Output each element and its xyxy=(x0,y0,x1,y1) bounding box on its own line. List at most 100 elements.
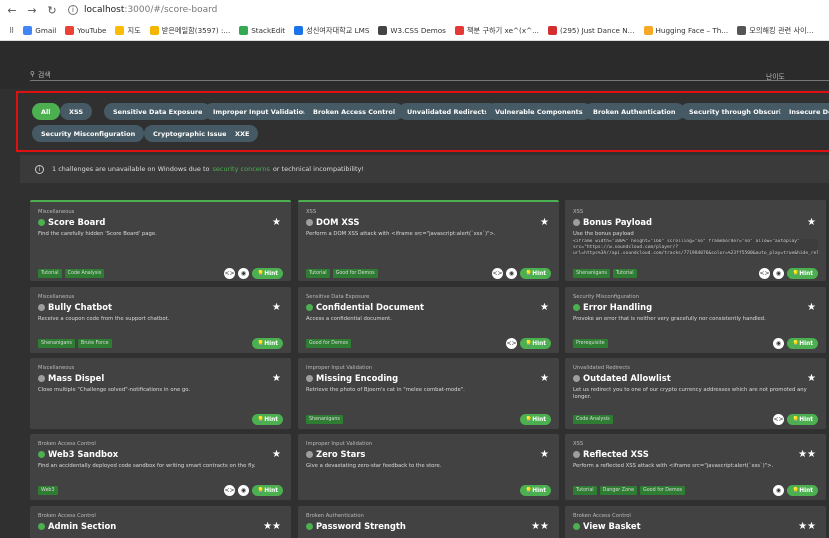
status-dot-icon xyxy=(573,218,580,226)
challenge-tag[interactable]: Tutorial xyxy=(38,269,62,278)
challenge-tag[interactable]: Tutorial xyxy=(612,269,637,278)
filter-chip-insecure-deseria[interactable]: Insecure Deseria xyxy=(780,103,829,120)
challenge-card[interactable]: Improper Input Validation Missing Encodin… xyxy=(298,358,559,429)
code-snippet-icon[interactable]: <> xyxy=(506,338,518,349)
hint-button[interactable]: 💡 Hint xyxy=(787,414,818,425)
challenge-tag[interactable]: Good for Demos xyxy=(332,269,378,278)
filter-chip-unvalidated-redirects[interactable]: Unvalidated Redirects xyxy=(398,103,498,120)
filter-chip-security-misconfiguration[interactable]: Security Misconfiguration xyxy=(32,125,145,142)
hint-button[interactable]: 💡 Hint xyxy=(520,485,551,496)
hint-button[interactable]: 💡 Hint xyxy=(787,338,818,349)
tutorial-icon[interactable]: ◉ xyxy=(506,268,518,279)
bookmark-favicon-icon xyxy=(149,26,159,35)
challenge-card[interactable]: Sensitive Data Exposure Confidential Docu… xyxy=(298,287,559,353)
hint-label: Hint xyxy=(799,487,813,494)
bookmark-8[interactable]: (295) Just Dance N... xyxy=(547,26,635,35)
hint-button[interactable]: 💡 Hint xyxy=(520,338,551,349)
hint-button[interactable]: 💡 Hint xyxy=(252,268,283,279)
bookmark-4[interactable]: StackEdit xyxy=(239,26,285,35)
hint-button[interactable]: 💡 Hint xyxy=(252,414,283,425)
challenge-tag[interactable]: Good for Demos xyxy=(640,486,686,495)
bookmark-2[interactable]: 지도 xyxy=(115,26,141,36)
bookmark-5[interactable]: 성신여자대학교 LMS xyxy=(294,26,369,36)
challenge-tag[interactable]: Code Analysis xyxy=(64,269,105,278)
challenge-tag[interactable]: Tutorial xyxy=(573,486,597,495)
address-field[interactable]: i localhost:3000/#/score-board xyxy=(68,2,217,18)
challenge-card[interactable]: Broken Access Control Admin Section ★★ xyxy=(30,506,291,538)
lightbulb-icon: 💡 xyxy=(792,340,800,347)
hint-button[interactable]: 💡 Hint xyxy=(520,414,551,425)
challenge-description: Close multiple "Challenge solved"-notifi… xyxy=(38,387,191,393)
hint-button[interactable]: 💡 Hint xyxy=(787,485,818,496)
filter-chip-vulnerable-components[interactable]: Vulnerable Components xyxy=(486,103,592,120)
hint-button[interactable]: 💡 Hint xyxy=(252,485,283,496)
challenge-category: Broken Access Control xyxy=(38,513,96,519)
challenge-card[interactable]: Broken Access Control Web3 Sandbox ★ Find a… xyxy=(30,434,291,500)
challenge-card[interactable]: Unvalidated Redirects Outdated Allowlist ★… xyxy=(565,358,826,429)
challenge-tag[interactable]: Shenanigans xyxy=(306,415,343,424)
difficulty-stars: ★★ xyxy=(798,449,816,460)
forward-icon[interactable]: → xyxy=(24,2,40,18)
challenge-card[interactable]: Miscellaneous Bully Chatbot ★ Receive a cou… xyxy=(30,287,291,353)
filter-chip-improper-input-validation[interactable]: Improper Input Validation xyxy=(204,103,317,120)
security-concerns-link[interactable]: security concerns xyxy=(213,165,270,173)
challenge-card[interactable]: Broken Access Control View Basket ★★ xyxy=(565,506,826,538)
bookmark-3[interactable]: 받은메일함(3597) :... xyxy=(149,26,230,36)
challenge-card[interactable]: Broken Authentication Password Strength ★★ xyxy=(298,506,559,538)
challenge-card[interactable]: XSS Reflected XSS ★★ Perform a reflected XS… xyxy=(565,434,826,500)
challenge-card[interactable]: Miscellaneous Mass Dispel ★ Close multiple … xyxy=(30,358,291,429)
reload-icon[interactable]: ↻ xyxy=(44,2,60,18)
tutorial-icon[interactable]: ◉ xyxy=(238,485,250,496)
hint-button[interactable]: 💡 Hint xyxy=(787,268,818,279)
hint-button[interactable]: 💡 Hint xyxy=(252,338,283,349)
tutorial-icon[interactable]: ◉ xyxy=(773,485,785,496)
challenge-tag[interactable]: Brute Force xyxy=(77,339,112,348)
challenge-tag[interactable]: Good for Demos xyxy=(306,339,352,348)
challenge-description: Retrieve the photo of Bjoern's cat in "m… xyxy=(306,387,465,393)
challenge-tag[interactable]: Shenanigans xyxy=(38,339,75,348)
filter-chip-broken-authentication[interactable]: Broken Authentication xyxy=(584,103,685,120)
challenge-tag[interactable]: Danger Zone xyxy=(599,486,638,495)
difficulty-stars: ★ xyxy=(540,373,549,384)
hint-label: Hint xyxy=(264,340,278,347)
challenge-card[interactable]: XSS DOM XSS ★ Perform a DOM XSS attack with… xyxy=(298,200,559,281)
code-snippet-icon[interactable]: <> xyxy=(492,268,504,279)
challenge-tag[interactable]: Code Analysis xyxy=(573,415,613,424)
challenge-tag[interactable]: Web3 xyxy=(38,486,58,495)
code-snippet-icon[interactable]: <> xyxy=(224,485,236,496)
hint-button[interactable]: 💡 Hint xyxy=(520,268,551,279)
code-snippet-icon[interactable]: <> xyxy=(773,414,785,425)
challenge-actions: 💡 Hint xyxy=(517,414,551,425)
code-snippet-icon[interactable]: <> xyxy=(224,268,236,279)
search-input[interactable]: ⚲ 검색 xyxy=(30,67,829,81)
bookmark-6[interactable]: W3.CSS Demos xyxy=(378,26,446,35)
challenge-tag[interactable]: Shenanigans xyxy=(573,269,610,278)
info-icon[interactable]: i xyxy=(68,5,78,15)
bookmark-0[interactable]: Gmail xyxy=(23,26,56,35)
filter-chip-sensitive-data-exposure[interactable]: Sensitive Data Exposure xyxy=(104,103,212,120)
tutorial-icon[interactable]: ◉ xyxy=(773,338,785,349)
challenge-card[interactable]: Improper Input Validation Zero Stars ★ Give… xyxy=(298,434,559,500)
tutorial-icon[interactable]: ◉ xyxy=(238,268,250,279)
filter-chip-xss[interactable]: XSS xyxy=(60,103,93,120)
filter-chip-all[interactable]: All xyxy=(32,103,60,120)
payload-code[interactable]: <iframe width="100%" height="166" scroll… xyxy=(573,239,818,255)
filter-chip-xxe[interactable]: XXE xyxy=(226,125,259,142)
challenge-card[interactable]: XSS Bonus Payload ★ Use the bonus payload <i… xyxy=(565,200,826,281)
tutorial-icon[interactable]: ◉ xyxy=(773,268,785,279)
challenge-card[interactable]: Security Misconfiguration Error Handling ★… xyxy=(565,287,826,353)
bookmark-10[interactable]: 모의해킹 관련 사이... xyxy=(737,26,814,36)
challenge-tag[interactable]: Tutorial xyxy=(306,269,330,278)
search-label: 검색 xyxy=(37,70,51,79)
bookmark-favicon-icon xyxy=(737,26,747,35)
bookmark-9[interactable]: Hugging Face – Th... xyxy=(643,26,728,35)
difficulty-label[interactable]: 난이도 xyxy=(766,71,785,81)
code-snippet-icon[interactable]: <> xyxy=(759,268,771,279)
challenge-card[interactable]: Miscellaneous Score Board ★ Find the carefu… xyxy=(30,200,291,281)
bookmark-7[interactable]: 책분 구하기 xe^(x^... xyxy=(454,26,539,36)
challenge-tag[interactable]: Prerequisite xyxy=(573,339,608,348)
apps-icon[interactable]: ⠿ xyxy=(9,26,14,35)
filter-chip-broken-access-control[interactable]: Broken Access Control xyxy=(304,103,405,120)
bookmark-1[interactable]: YouTube xyxy=(65,26,106,35)
back-icon[interactable]: ← xyxy=(4,2,20,18)
